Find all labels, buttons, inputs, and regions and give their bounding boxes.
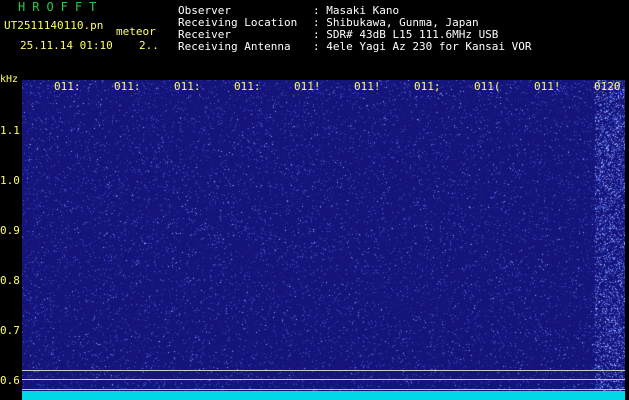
x-tick-label: 011: — [174, 80, 201, 93]
x-tick-label: 011! — [534, 80, 561, 93]
hrofft-window: HROFFT UT2511140110.pn meteor 25.11.14 0… — [0, 0, 629, 400]
y-tick-label: 0.9 — [0, 224, 20, 237]
x-tick-label: 011! — [354, 80, 381, 93]
antenna-value: : 4ele Yagi Az 230 for Kansai VOR — [313, 40, 532, 53]
y-tick-label: 0.6 — [0, 374, 20, 387]
spectrogram-plot — [22, 80, 625, 398]
x-tick-label: 011! — [294, 80, 321, 93]
antenna-label: Receiving Antenna — [178, 40, 291, 53]
capture-kind: meteor — [116, 25, 156, 38]
timestamp: 25.11.14 01:10 — [20, 39, 113, 52]
app-logo: HROFFT — [18, 0, 104, 14]
reference-line — [22, 379, 625, 380]
x-tick-label: 0120 — [594, 80, 621, 93]
x-tick-label: 011: — [114, 80, 141, 93]
y-unit-label: kHz — [0, 74, 19, 85]
reference-line — [22, 370, 625, 371]
file-name: UT2511140110.pn — [4, 19, 104, 32]
x-tick-label: 011; — [414, 80, 441, 93]
y-tick-label: 0.8 — [0, 274, 20, 287]
reference-line — [22, 389, 625, 390]
x-tick-label: 011( — [474, 80, 501, 93]
signal-band — [22, 391, 625, 400]
x-tick-label: 011: — [234, 80, 261, 93]
y-tick-label: 0.7 — [0, 324, 20, 337]
count: 2.. — [139, 39, 159, 52]
y-tick-label: 1.1 — [0, 124, 20, 137]
x-tick-label: 011: — [54, 80, 81, 93]
y-tick-label: 1.0 — [0, 174, 20, 187]
spectrogram-noise — [22, 80, 625, 398]
